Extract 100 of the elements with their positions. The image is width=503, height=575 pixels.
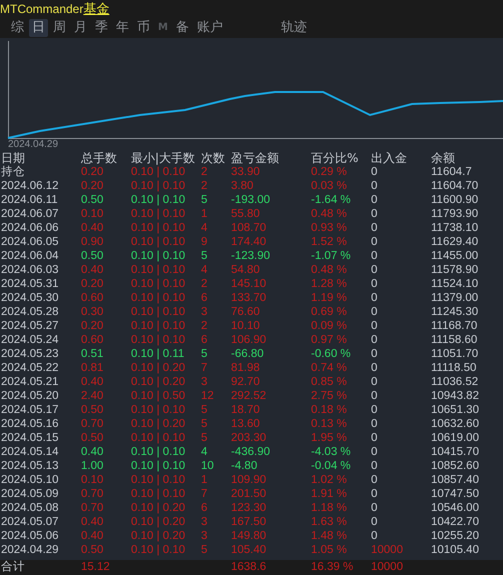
table-cell-text: 1.02 % bbox=[310, 473, 348, 487]
column-header: 总手数 bbox=[80, 152, 118, 165]
table-cell-text: 0.50 bbox=[80, 403, 104, 417]
table-cell-text: 3 bbox=[200, 305, 208, 319]
table-cell-text: 203.30 bbox=[230, 431, 268, 445]
table-cell-text: 0.70 bbox=[80, 501, 104, 515]
table-cell-text: 105.40 bbox=[230, 543, 268, 557]
date-cell-text: 2024.05.08 bbox=[0, 501, 60, 515]
table-cell-text: 1.52 % bbox=[310, 235, 348, 249]
table-cell-text: 13.60 bbox=[230, 417, 261, 431]
table-cell-text: 0.60 bbox=[80, 333, 104, 347]
table-cell-text: 7 bbox=[200, 487, 208, 501]
table-cell-text: 0.18 % bbox=[310, 403, 348, 417]
tab[interactable]: 年 bbox=[113, 19, 132, 37]
table-cell-text: 0.10 | 0.10 bbox=[130, 263, 186, 277]
table-cell-text: 11604.7 bbox=[430, 165, 473, 179]
date-cell-text: 2024.05.20 bbox=[0, 389, 60, 403]
table-cell-text: 81.98 bbox=[230, 361, 261, 375]
table-cell-text: 0.29 % bbox=[310, 165, 348, 179]
table-cell-text: 0.10 | 0.10 bbox=[130, 179, 186, 193]
table-cell-text: 1.95 % bbox=[310, 431, 348, 445]
total-cell-text: 16.39 % bbox=[310, 560, 354, 575]
table-cell-text: 54.80 bbox=[230, 263, 261, 277]
table-cell-text: 1.18 % bbox=[310, 501, 348, 515]
table-cell-text: 2 bbox=[200, 165, 208, 179]
date-cell-text: 2024.05.22 bbox=[0, 361, 60, 375]
table-cell-text: 10546.00 bbox=[430, 501, 480, 515]
table-cell-text: 0 bbox=[370, 501, 378, 515]
table-cell-text: 0.10 | 0.10 bbox=[130, 445, 186, 459]
table-cell-text: 0 bbox=[370, 487, 378, 501]
table-cell-text: 5 bbox=[200, 249, 208, 263]
table-cell-text: 10852.60 bbox=[430, 459, 480, 473]
table-cell-text: 11793.90 bbox=[430, 207, 480, 221]
table-cell-text: 0.13 % bbox=[310, 417, 348, 431]
tab[interactable]: 月 bbox=[71, 19, 90, 37]
table-cell-text: 2 bbox=[200, 277, 208, 291]
table-cell-text: 0 bbox=[370, 291, 378, 305]
tab[interactable]: 日 bbox=[29, 19, 48, 37]
table-cell-text: 123.30 bbox=[230, 501, 268, 515]
table-cell-text: 0.97 % bbox=[310, 333, 348, 347]
table-cell-text: 33.90 bbox=[230, 165, 261, 179]
table-cell-text: 0.10 | 0.20 bbox=[130, 375, 186, 389]
total-cell-text: 10000 bbox=[370, 560, 404, 575]
table-cell-text: 0.10 | 0.10 bbox=[130, 333, 186, 347]
table-cell-text: 133.70 bbox=[230, 291, 268, 305]
table-cell-text: -4.80 bbox=[230, 459, 258, 473]
total-cell-text: 1638.6 bbox=[230, 560, 268, 575]
table-cell-text: 0.50 bbox=[80, 543, 104, 557]
table-cell-text: 0.10 bbox=[80, 473, 104, 487]
table-cell-text: 11168.70 bbox=[430, 319, 478, 333]
table-cell-text: 10.10 bbox=[230, 319, 261, 333]
table-cell-text: 0.40 bbox=[80, 375, 104, 389]
table-cell-text: 11455.00 bbox=[430, 249, 480, 263]
tab[interactable]: 币 bbox=[134, 19, 153, 37]
table-cell-text: 0 bbox=[370, 375, 378, 389]
table-cell-text: 1.63 % bbox=[310, 515, 348, 529]
table-cell-text: 0.50 bbox=[80, 249, 104, 263]
table-cell-text: 0 bbox=[370, 221, 378, 235]
tab[interactable]: 周 bbox=[50, 19, 69, 37]
table-cell-text: 0 bbox=[370, 529, 378, 543]
table-cell-text: 2 bbox=[200, 319, 208, 333]
table-cell-text: 92.70 bbox=[230, 375, 261, 389]
table-cell-text: 0 bbox=[370, 165, 378, 179]
table-cell-text: 0.40 bbox=[80, 221, 104, 235]
table-cell-text: 5 bbox=[200, 543, 208, 557]
table-cell-text: 0.20 bbox=[80, 319, 104, 333]
table-cell-text: 0.48 % bbox=[310, 263, 348, 277]
table-cell-text: 5 bbox=[200, 431, 208, 445]
table-cell-text: 4 bbox=[200, 445, 208, 459]
table-cell-text: 55.80 bbox=[230, 207, 261, 221]
tab[interactable]: 季 bbox=[92, 19, 111, 37]
table-cell-text: 10632.60 bbox=[430, 417, 480, 431]
table-cell-text: 2 bbox=[200, 179, 208, 193]
table-cell-text: 0 bbox=[370, 515, 378, 529]
table-cell-text: 106.90 bbox=[230, 333, 268, 347]
table-cell-text: 0 bbox=[370, 207, 378, 221]
table-cell-text: 11524.10 bbox=[430, 277, 480, 291]
table-cell-text: 0 bbox=[370, 361, 378, 375]
table-cell-text: 10651.30 bbox=[430, 403, 480, 417]
tab[interactable]: 备 bbox=[172, 19, 192, 37]
table-cell-text: 0.10 | 0.10 bbox=[130, 473, 186, 487]
date-cell-text: 2024.06.07 bbox=[0, 207, 60, 221]
table-cell-text: 0.10 | 0.20 bbox=[130, 417, 186, 431]
column-header: 余额 bbox=[430, 152, 456, 165]
table-cell-text: 0.10 | 0.10 bbox=[130, 459, 186, 473]
table-cell-text: 0.69 % bbox=[310, 305, 348, 319]
table-cell-text: 0 bbox=[370, 263, 378, 277]
table-cell-text: 5 bbox=[200, 417, 208, 431]
fund-link[interactable]: 基金 bbox=[83, 0, 110, 18]
axis-date-label: 2024.04.29 bbox=[8, 139, 58, 150]
table-cell-text: 6 bbox=[200, 291, 208, 305]
date-cell-text: 2024.05.28 bbox=[0, 305, 60, 319]
total-label: 合计 bbox=[0, 560, 26, 575]
column-header: 最小|大手数 bbox=[130, 152, 196, 165]
table-cell-text: -123.90 bbox=[230, 249, 272, 263]
tab[interactable]: 综 bbox=[8, 19, 27, 37]
table-cell-text: 0.10 | 0.20 bbox=[130, 361, 186, 375]
tab[interactable]: 账户 bbox=[194, 19, 226, 37]
tab[interactable]: 轨迹 bbox=[278, 19, 310, 37]
table-cell-text: 0.10 | 0.10 bbox=[130, 543, 186, 557]
